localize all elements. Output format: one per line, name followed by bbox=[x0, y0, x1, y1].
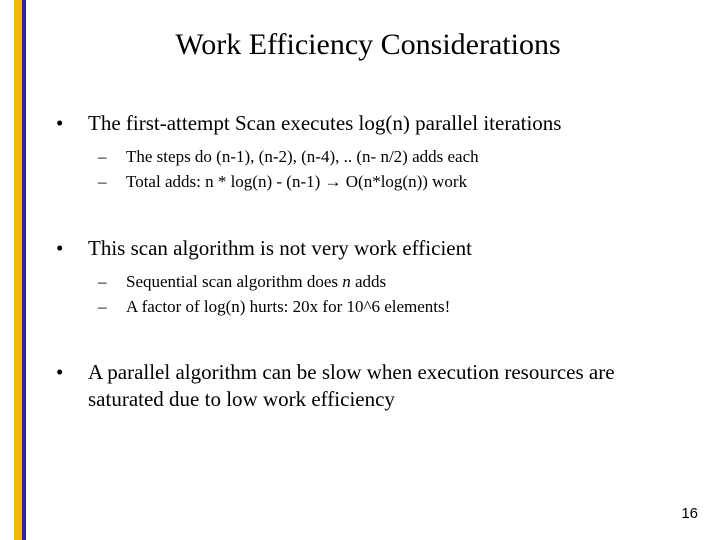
stripe-blue bbox=[22, 0, 26, 540]
bullet-text: The first-attempt Scan executes log(n) p… bbox=[88, 111, 561, 135]
bullet-list: The first-attempt Scan executes log(n) p… bbox=[52, 110, 684, 414]
stripe-yellow bbox=[14, 0, 22, 540]
sub-text-italic: n bbox=[342, 272, 351, 291]
sub-text-part: adds bbox=[351, 272, 386, 291]
sub-item: Total adds: n * log(n) - (n-1) → O(n*log… bbox=[88, 170, 684, 195]
bullet-item: A parallel algorithm can be slow when ex… bbox=[52, 359, 684, 414]
sub-list: Sequential scan algorithm does n adds A … bbox=[88, 270, 684, 319]
decorative-left-stripe bbox=[14, 0, 26, 540]
sub-text-part: Sequential scan algorithm does bbox=[126, 272, 342, 291]
slide-title: Work Efficiency Considerations bbox=[52, 28, 684, 62]
bullet-text: This scan algorithm is not very work eff… bbox=[88, 236, 472, 260]
bullet-item: This scan algorithm is not very work eff… bbox=[52, 235, 684, 320]
slide-body: Work Efficiency Considerations The first… bbox=[32, 0, 720, 454]
bullet-item: The first-attempt Scan executes log(n) p… bbox=[52, 110, 684, 195]
sub-item: A factor of log(n) hurts: 20x for 10^6 e… bbox=[88, 295, 684, 320]
sub-item: Sequential scan algorithm does n adds bbox=[88, 270, 684, 295]
page-number: 16 bbox=[681, 505, 698, 522]
sub-item: The steps do (n-1), (n-2), (n-4), .. (n-… bbox=[88, 145, 684, 170]
sub-list: The steps do (n-1), (n-2), (n-4), .. (n-… bbox=[88, 145, 684, 194]
bullet-text: A parallel algorithm can be slow when ex… bbox=[88, 360, 615, 411]
